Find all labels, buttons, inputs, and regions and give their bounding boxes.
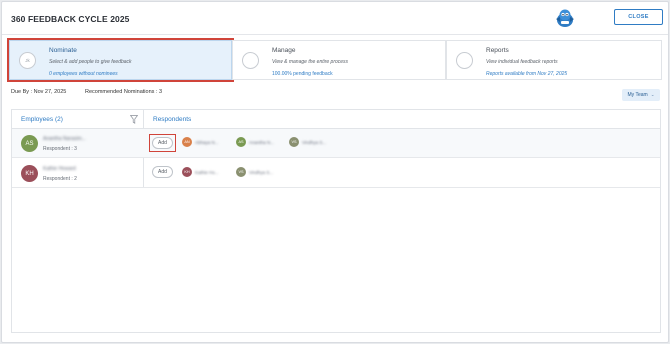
table-header: Employees (2) Respondents xyxy=(12,110,660,129)
respondent-name: Vindhya S... xyxy=(249,169,274,175)
step-reports[interactable]: Reports View individual feedback reports… xyxy=(446,40,662,80)
respondent-chip[interactable]: KH Kathie Ho... xyxy=(182,167,219,177)
workflow-steps: Jk Nominate Select & add people to give … xyxy=(7,38,662,82)
header-bar: 360 FEEDBACK CYCLE 2025 CLOSE xyxy=(2,2,668,35)
step-title: Manage xyxy=(272,47,296,54)
avatar: VS xyxy=(289,137,299,147)
table-row: AS Anantha Narasim... Respondent : 3 Add… xyxy=(12,129,660,158)
step-title: Reports xyxy=(486,47,509,54)
employee-name: Kathie Howard xyxy=(43,166,76,172)
reports-icon xyxy=(456,52,473,69)
step-title: Nominate xyxy=(49,47,77,54)
respondent-chip[interactable]: VS Vindhya S... xyxy=(236,167,273,177)
avatar: AS xyxy=(21,135,38,152)
nominations-table: Employees (2) Respondents AS Anantha Nar… xyxy=(11,109,661,333)
table-row: KH Kathie Howard Respondent : 2 Add KH K… xyxy=(12,159,660,188)
team-dropdown-value: My Team xyxy=(627,92,648,98)
avatar: KH xyxy=(21,165,38,182)
respondent-name: Abhaya N... xyxy=(195,139,219,145)
team-dropdown[interactable]: My Team ⌄ xyxy=(622,89,660,101)
avatar: KH xyxy=(182,167,192,177)
employee-name: Anantha Narasim... xyxy=(43,136,86,142)
filter-icon[interactable] xyxy=(130,115,138,124)
recommended-nominations: Recommended Nominations : 3 xyxy=(85,89,163,95)
respondent-count: Respondent : 2 xyxy=(43,176,77,182)
step-status-link[interactable]: 0 employees without nominees xyxy=(49,71,118,77)
respondent-chip[interactable]: AN Abhaya N... xyxy=(182,137,219,147)
manage-icon xyxy=(242,52,259,69)
step-nominate[interactable]: Jk Nominate Select & add people to give … xyxy=(7,38,234,82)
respondent-name: Kathie Ho... xyxy=(195,169,219,175)
step-description: Select & add people to give feedback xyxy=(49,59,132,65)
due-date: Due By : Nov 27, 2025 xyxy=(11,89,67,95)
feedback-cycle-window: 360 FEEDBACK CYCLE 2025 CLOSE Jk Nominat… xyxy=(1,1,669,343)
page-title: 360 FEEDBACK CYCLE 2025 xyxy=(11,14,130,24)
close-button[interactable]: CLOSE xyxy=(614,9,663,25)
step-status-link[interactable]: Reports available from Nov 27, 2025 xyxy=(486,71,567,77)
step-manage[interactable]: Manage View & manage the entire process … xyxy=(232,40,446,80)
chevron-down-icon: ⌄ xyxy=(650,92,655,97)
respondent-name: Anantha N... xyxy=(249,139,275,145)
column-header-respondents: Respondents xyxy=(153,116,192,123)
mascot-logo-icon xyxy=(556,9,574,27)
respondent-chip[interactable]: VS Vindhya S... xyxy=(289,137,326,147)
add-respondent-button[interactable]: Add xyxy=(152,137,173,149)
respondent-chip[interactable]: AS Anantha N... xyxy=(236,137,274,147)
step-description: View & manage the entire process xyxy=(272,59,349,65)
avatar: VS xyxy=(236,167,246,177)
nominate-icon: Jk xyxy=(19,52,36,69)
avatar: AS xyxy=(236,137,246,147)
step-status-link[interactable]: 100.00% pending feedback xyxy=(272,71,333,77)
column-header-employees[interactable]: Employees (2) xyxy=(21,116,63,123)
respondent-name: Vindhya S... xyxy=(302,139,327,145)
step-description: View individual feedback reports xyxy=(486,59,558,65)
add-respondent-button[interactable]: Add xyxy=(152,166,173,178)
respondent-count: Respondent : 3 xyxy=(43,146,77,152)
avatar: AN xyxy=(182,137,192,147)
